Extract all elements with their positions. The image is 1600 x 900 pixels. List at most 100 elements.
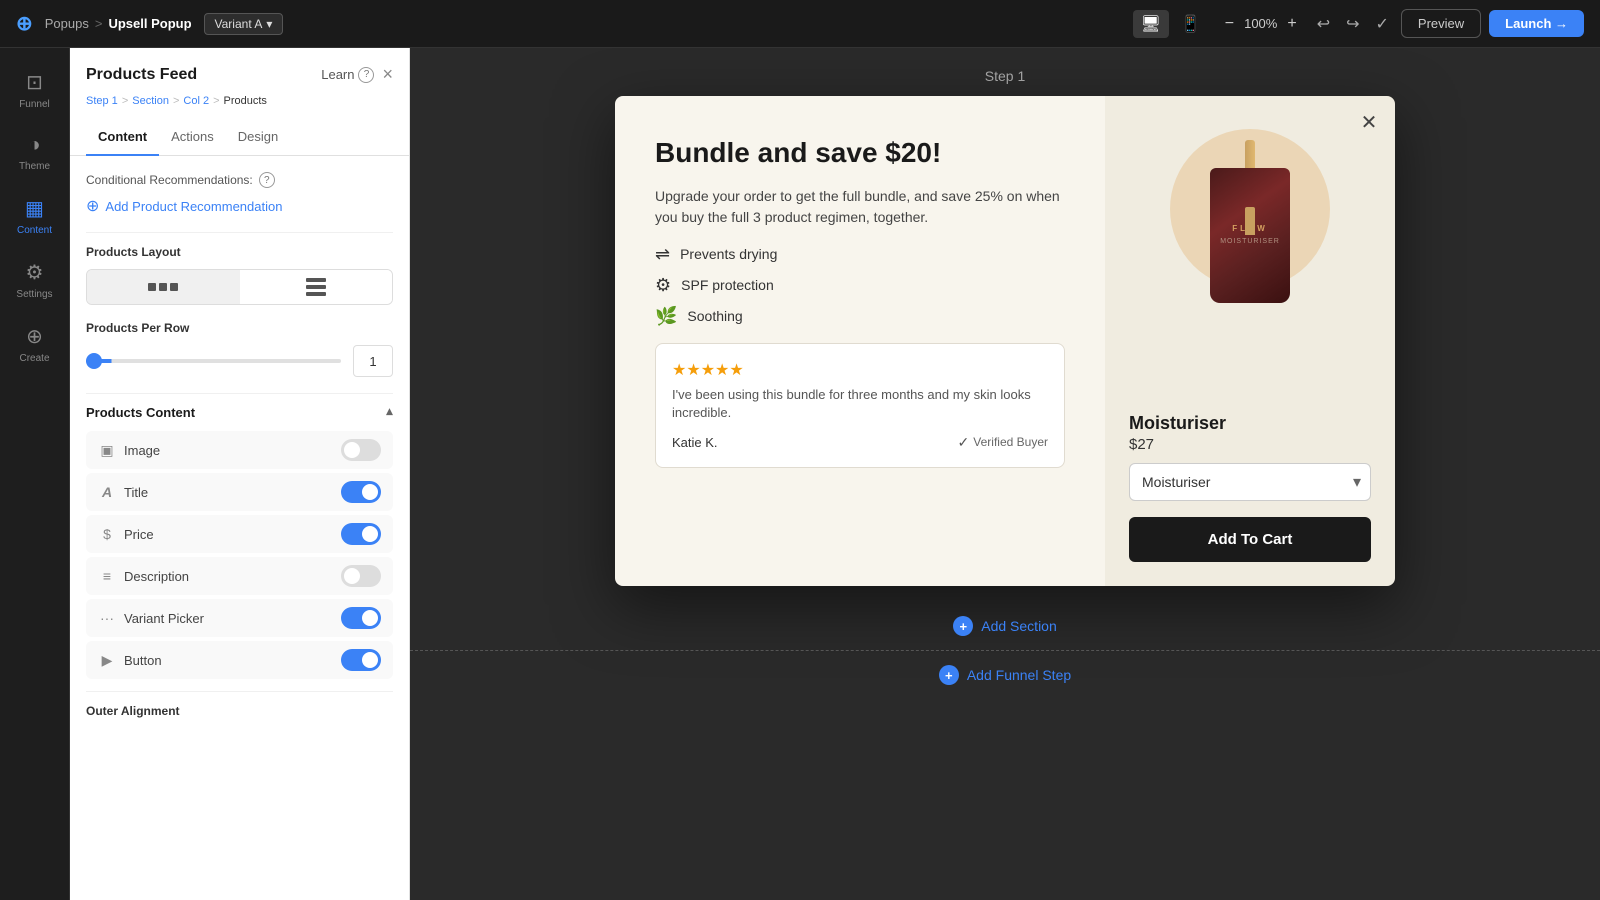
zoom-level: 100% [1244,16,1277,31]
image-icon: ▣ [98,442,116,459]
tab-actions[interactable]: Actions [159,119,226,156]
feature-2: ⚙ SPF protection [655,275,1065,296]
variant-picker-select[interactable]: Moisturiser [1129,463,1371,501]
canvas-bottom: + Add Section + Add Funnel Step [410,602,1600,699]
price-icon: $ [98,526,116,542]
theme-label: Theme [19,161,50,172]
tab-design[interactable]: Design [226,119,290,156]
sidebar-item-funnel[interactable]: ⊡ Funnel [0,60,69,120]
title-icon: A [98,484,116,500]
funnel-icon: ⊡ [26,70,43,95]
popup-features: ⇌ Prevents drying ⚙ SPF protection 🌿 Soo… [655,244,1065,327]
launch-button[interactable]: Launch → [1489,10,1584,37]
bc-sep3: > [213,95,219,107]
grid-dots-icon [148,283,178,291]
variant-selector[interactable]: Variant A ▾ [204,13,284,35]
panel-title: Products Feed [86,66,197,84]
image-label-group: ▣ Image [98,442,160,459]
button-label-group: ▶ Button [98,652,162,669]
panel-tabs: Content Actions Design [70,119,409,156]
bc-section[interactable]: Section [132,95,169,107]
desktop-view-button[interactable]: 🖥 [1133,10,1169,38]
bc-sep2: > [173,95,179,107]
add-funnel-step-button[interactable]: + Add Funnel Step [410,651,1600,699]
create-icon: ⊕ [26,324,43,349]
price-label: Price [124,527,154,542]
popup-close-button[interactable]: ✕ [1355,108,1383,136]
panel-content: Conditional Recommendations: ? ⊕ Add Pro… [70,156,409,900]
canvas-area: Step 1 Bundle and save $20! Upgrade your… [410,48,1600,900]
bc-step[interactable]: Step 1 [86,95,118,107]
popup-left: Bundle and save $20! Upgrade your order … [615,96,1105,586]
undo-button[interactable]: ↩ [1313,10,1334,38]
chevron-down-icon: ▾ [386,404,393,421]
popup-title: Bundle and save $20! [655,136,1065,170]
learn-label: Learn [321,67,354,82]
products-per-row-value: 1 [353,345,393,377]
products-content-header[interactable]: Products Content ▾ [86,393,393,431]
feature-1-text: Prevents drying [680,246,777,262]
conditional-info-icon[interactable]: ? [259,172,275,188]
variant-picker-label: Variant Picker [124,611,204,626]
feature-1-icon: ⇌ [655,244,670,265]
conditional-recommendations-label: Conditional Recommendations: ? [86,172,393,188]
review-footer: Katie K. ✓ Verified Buyer [672,434,1048,451]
products-content-section: Products Content ▾ ▣ Image A [86,393,393,679]
button-toggle[interactable] [341,649,381,671]
price-toggle[interactable] [341,523,381,545]
divider-2 [86,691,393,692]
bc-col[interactable]: Col 2 [183,95,209,107]
sidebar-item-create[interactable]: ⊕ Create [0,314,69,374]
learn-link[interactable]: Learn ? [321,67,374,83]
logo-icon: ⊕ [16,11,33,36]
add-product-recommendation-button[interactable]: ⊕ Add Product Recommendation [86,196,393,216]
bottle-name: MOISTURISER [1220,237,1280,246]
products-per-row-label: Products Per Row [86,321,393,335]
feature-2-text: SPF protection [681,277,774,293]
panel-breadcrumb: Step 1 > Section > Col 2 > Products [86,95,393,107]
image-toggle[interactable] [341,439,381,461]
app-logo: ⊕ [16,11,33,36]
zoom-out-button[interactable]: − [1221,15,1238,33]
title-toggle-row: A Title [86,473,393,511]
button-toggle-row: ▶ Button [86,641,393,679]
variant-picker-toggle[interactable] [341,607,381,629]
feature-3: 🌿 Soothing [655,306,1065,327]
tab-content[interactable]: Content [86,119,159,156]
zoom-controls: − 100% + [1221,15,1301,33]
redo-button[interactable]: ↪ [1342,10,1363,38]
breadcrumb-parent[interactable]: Popups [45,16,89,31]
feature-3-text: Soothing [687,308,742,324]
button-icon: ▶ [98,652,116,669]
breadcrumb-sep: > [95,16,103,31]
description-toggle[interactable] [341,565,381,587]
products-per-row-slider[interactable] [86,359,341,363]
funnel-label: Funnel [19,99,50,110]
panel-close-button[interactable]: × [382,64,393,85]
title-toggle[interactable] [341,481,381,503]
sidebar-item-content[interactable]: ▦ Content [0,186,69,246]
variant-picker-label-group: ··· Variant Picker [98,610,204,626]
description-toggle-row: ≡ Description [86,557,393,595]
learn-icon: ? [358,67,374,83]
breadcrumb-current[interactable]: Upsell Popup [108,16,191,31]
main-area: ⊡ Funnel ◑ Theme ▦ Content ⚙ Settings ⊕ … [0,48,1600,900]
sidebar-item-settings[interactable]: ⚙ Settings [0,250,69,310]
breadcrumb: Popups > Upsell Popup [45,16,192,31]
products-content-title: Products Content [86,405,195,420]
list-layout-button[interactable] [240,270,393,304]
preview-button[interactable]: Preview [1401,9,1481,38]
bc-current: Products [224,95,267,107]
variant-picker-toggle-slider [341,607,381,629]
grid-layout-button[interactable] [87,270,240,304]
zoom-in-button[interactable]: + [1283,15,1300,33]
sidebar-item-theme[interactable]: ◑ Theme [0,124,69,182]
add-section-button[interactable]: + Add Section [410,602,1600,650]
review-author: Katie K. [672,435,718,450]
image-label: Image [124,443,160,458]
feature-2-icon: ⚙ [655,275,671,296]
check-button[interactable]: ✓ [1372,10,1393,38]
content-icon: ▦ [25,196,44,221]
mobile-view-button[interactable]: 📱 [1173,10,1209,38]
add-to-cart-button[interactable]: Add To Cart [1129,517,1371,562]
